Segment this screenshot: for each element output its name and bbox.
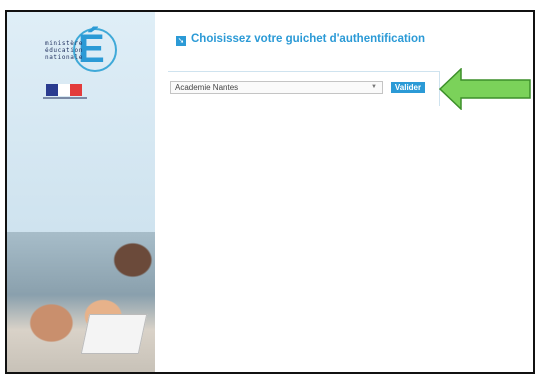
classroom-photo <box>7 232 155 372</box>
submit-button[interactable]: Valider <box>391 82 425 93</box>
dropdown-arrow-icon: ▼ <box>371 84 377 90</box>
green-arrow-annotation <box>439 68 531 110</box>
republique-flag-icon <box>46 84 82 96</box>
browser-frame: É ministère éducation nationale ➘ Choisi… <box>5 10 535 374</box>
main-content: ➘ Choisissez votre guichet d'authentific… <box>155 12 533 372</box>
academy-select-value: Academie Nantes <box>175 83 239 92</box>
logo-line-2: éducation <box>45 47 83 54</box>
academy-select[interactable]: Academie Nantes ▼ <box>170 81 383 94</box>
flag-caption <box>43 97 87 99</box>
logo-line-3: nationale <box>45 54 83 61</box>
laptop-shape <box>80 314 148 354</box>
logo-text: ministère éducation nationale <box>45 40 83 61</box>
sidebar: É ministère éducation nationale <box>7 12 155 372</box>
arrow-bullet-icon: ➘ <box>176 36 186 46</box>
page-title: Choisissez votre guichet d'authentificat… <box>191 33 426 45</box>
logo-line-1: ministère <box>45 40 83 47</box>
